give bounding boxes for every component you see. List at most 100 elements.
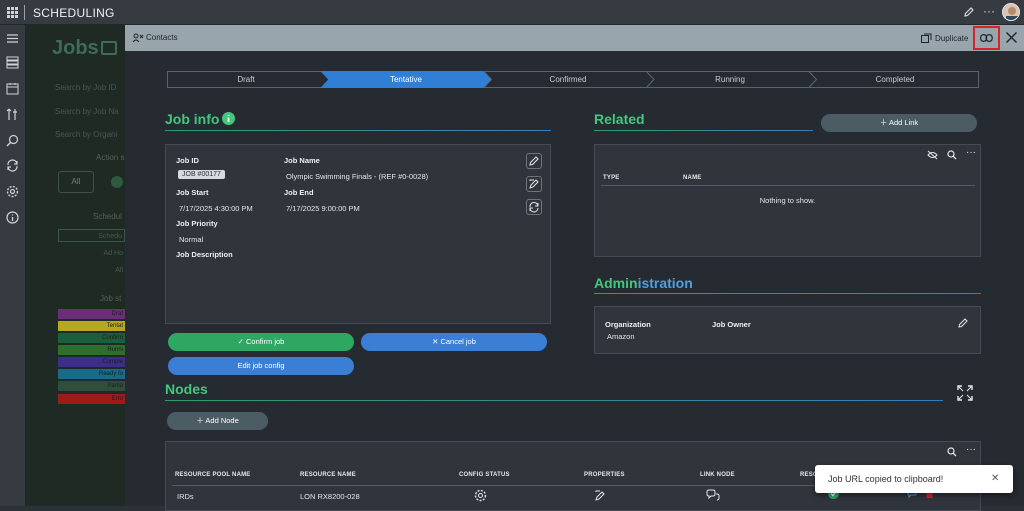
edit-properties-icon[interactable] bbox=[594, 489, 607, 502]
column-header-properties[interactable]: PROPERTIES bbox=[584, 472, 625, 478]
config-gear-icon[interactable] bbox=[474, 489, 487, 502]
job-info-heading: Job info bbox=[165, 111, 220, 127]
schedule-row[interactable]: Schedu bbox=[58, 229, 125, 242]
action-label: Action s bbox=[96, 153, 125, 162]
search-icon[interactable] bbox=[6, 134, 19, 147]
status-legend-item[interactable]: Erro bbox=[58, 394, 125, 404]
schedule-label: Schedul bbox=[93, 212, 122, 221]
administration-underline bbox=[594, 293, 981, 294]
column-header-resource-pool[interactable]: RESOURCE POOL NAME bbox=[175, 472, 251, 478]
modal-title[interactable]: Contacts bbox=[146, 33, 178, 42]
organization-value: Amazon bbox=[607, 332, 635, 341]
job-owner-label: Job Owner bbox=[712, 320, 751, 329]
app-launcher-icon[interactable] bbox=[7, 7, 18, 18]
clipboard-toast: Job URL copied to clipboard! ✕ bbox=[815, 465, 1013, 493]
settings-icon[interactable] bbox=[6, 185, 19, 198]
cancel-job-button[interactable]: ✕ Cancel job bbox=[361, 333, 547, 351]
column-header-link-node[interactable]: LINK NODE bbox=[700, 472, 735, 478]
node-resource-cell: LON RX8200-028 bbox=[300, 492, 360, 501]
link-icon bbox=[980, 34, 993, 42]
status-legend-item[interactable]: Partia bbox=[58, 381, 125, 391]
sync-icon[interactable] bbox=[6, 159, 19, 172]
status-label: Job st bbox=[100, 294, 122, 303]
top-app-bar: SCHEDULING ··· bbox=[0, 0, 1024, 25]
administration-panel: Organization Amazon Job Owner bbox=[594, 306, 981, 354]
column-header-name[interactable]: NAME bbox=[683, 175, 701, 181]
duplicate-button[interactable]: Duplicate bbox=[935, 34, 968, 43]
add-link-button[interactable]: ＋ Add Link bbox=[821, 114, 977, 132]
confirm-job-button[interactable]: ✓ Confirm job bbox=[168, 333, 354, 351]
status-legend-item[interactable]: Draf bbox=[58, 309, 125, 319]
edit-job-config-button[interactable]: Edit job config bbox=[168, 357, 354, 375]
jobs-title-icon bbox=[101, 41, 117, 55]
add-link-label: Add Link bbox=[888, 118, 919, 127]
job-id-label: Job ID bbox=[176, 156, 199, 165]
copy-link-button[interactable] bbox=[973, 26, 1000, 50]
schedule-row[interactable]: Ad Ho bbox=[58, 247, 125, 260]
step-confirmed[interactable]: Confirmed bbox=[487, 71, 649, 88]
job-description-label: Job Description bbox=[176, 250, 233, 259]
job-priority-label: Job Priority bbox=[176, 219, 218, 228]
nodes-heading: Nodes bbox=[165, 381, 208, 397]
more-options-icon[interactable]: ··· bbox=[966, 444, 976, 455]
menu-icon[interactable] bbox=[6, 32, 19, 45]
job-info-underline bbox=[165, 130, 551, 131]
tools-icon[interactable] bbox=[6, 108, 19, 121]
column-header-type[interactable]: TYPE bbox=[603, 175, 619, 181]
fullscreen-icon[interactable] bbox=[957, 385, 973, 401]
plus-icon: ＋ bbox=[879, 118, 889, 127]
toast-message: Job URL copied to clipboard! bbox=[828, 474, 944, 484]
duplicate-icon[interactable] bbox=[921, 33, 932, 43]
background-jobs-page: Jobs Search by Job ID Search by Job Na S… bbox=[25, 25, 125, 506]
close-icon[interactable] bbox=[1005, 31, 1018, 44]
edit-icon[interactable] bbox=[957, 317, 969, 329]
search-job-id-input[interactable]: Search by Job ID bbox=[55, 83, 116, 92]
job-start-value: 7/17/2025 4:30:00 PM bbox=[179, 204, 253, 213]
job-name-value: Olympic Swimming Finals - (REF #0-0028) bbox=[286, 172, 429, 181]
nodes-underline bbox=[165, 400, 943, 401]
status-legend-item[interactable]: Tentat bbox=[58, 321, 125, 331]
more-options-icon[interactable]: ··· bbox=[983, 4, 995, 18]
all-filter-button[interactable]: All bbox=[58, 171, 94, 193]
check-filter-icon[interactable] bbox=[111, 176, 123, 188]
edit-button[interactable] bbox=[526, 153, 542, 169]
job-start-label: Job Start bbox=[176, 188, 209, 197]
step-running[interactable]: Running bbox=[649, 71, 811, 88]
search-job-name-input[interactable]: Search by Job Na bbox=[55, 107, 119, 116]
hide-columns-icon[interactable] bbox=[927, 150, 938, 160]
status-legend-item[interactable]: Confirm bbox=[58, 333, 125, 343]
step-tentative[interactable]: Tentative bbox=[325, 71, 487, 88]
column-header-config-status[interactable]: CONFIG STATUS bbox=[459, 472, 510, 478]
administration-heading: Administration bbox=[594, 275, 693, 291]
app-title: SCHEDULING bbox=[33, 6, 115, 20]
avatar[interactable] bbox=[1002, 3, 1020, 21]
step-draft[interactable]: Draft bbox=[167, 71, 325, 88]
column-header-resource-name[interactable]: RESOURCE NAME bbox=[300, 472, 356, 478]
status-legend-item[interactable]: Ready fo bbox=[58, 369, 125, 379]
info-icon[interactable] bbox=[222, 112, 235, 125]
schedule-row[interactable]: All bbox=[58, 264, 125, 277]
edit-properties-button[interactable] bbox=[526, 176, 542, 192]
link-node-icon[interactable] bbox=[706, 489, 720, 501]
refresh-button[interactable] bbox=[526, 199, 542, 215]
status-legend-item[interactable]: Comple bbox=[58, 357, 125, 367]
status-legend-item[interactable]: Runni bbox=[58, 345, 125, 355]
refresh-icon bbox=[529, 202, 539, 213]
search-organization-input[interactable]: Search by Organi bbox=[55, 130, 117, 139]
related-table: ··· TYPE NAME Nothing to show. bbox=[594, 144, 981, 257]
add-node-button[interactable]: ＋ Add Node bbox=[167, 412, 268, 430]
contacts-icon bbox=[132, 33, 144, 43]
more-options-icon[interactable]: ··· bbox=[966, 147, 976, 158]
jobs-icon[interactable] bbox=[6, 56, 19, 69]
search-icon[interactable] bbox=[947, 150, 957, 160]
calendar-icon[interactable] bbox=[6, 82, 19, 95]
close-icon[interactable]: ✕ bbox=[991, 473, 999, 484]
cancel-job-label: Cancel job bbox=[440, 337, 476, 346]
node-pool-cell: IRDs bbox=[177, 492, 194, 501]
edit-icon[interactable] bbox=[963, 6, 975, 18]
search-icon[interactable] bbox=[947, 447, 957, 457]
step-completed[interactable]: Completed bbox=[811, 71, 979, 88]
info-icon[interactable] bbox=[6, 211, 19, 224]
organization-label: Organization bbox=[605, 320, 651, 329]
confirm-job-label: Confirm job bbox=[246, 337, 285, 346]
